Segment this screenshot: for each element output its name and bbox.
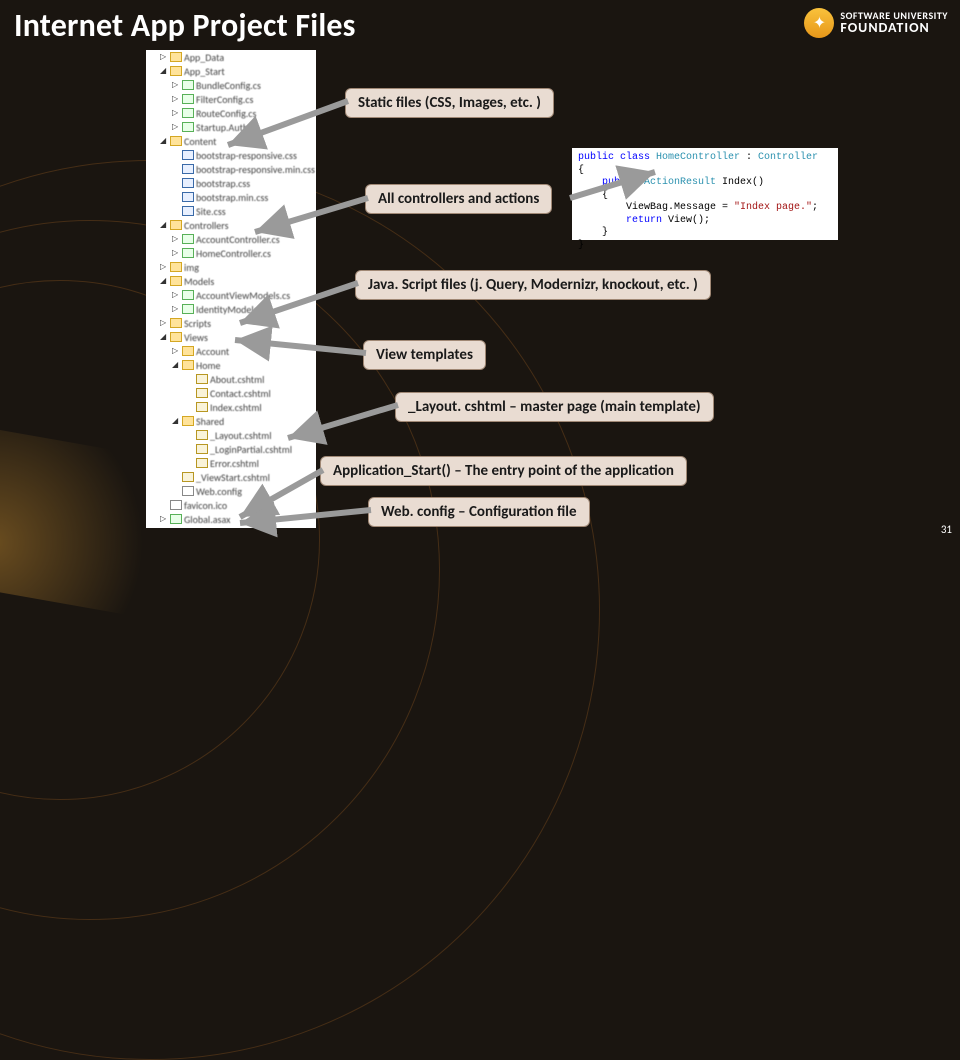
tree-item: bootstrap-responsive.css xyxy=(146,148,316,162)
tree-item: ▷AccountController.cs xyxy=(146,232,316,246)
tree-item: ◢Home xyxy=(146,358,316,372)
tree-item: bootstrap-responsive.min.css xyxy=(146,162,316,176)
tree-item: bootstrap.css xyxy=(146,176,316,190)
tree-item: ▷AccountViewModels.cs xyxy=(146,288,316,302)
tree-item: bootstrap.min.css xyxy=(146,190,316,204)
tree-item: Error.cshtml xyxy=(146,456,316,470)
tree-item: packages.config xyxy=(146,526,316,528)
bulb-icon: ✦ xyxy=(804,8,834,38)
callout-appstart: Application_Start() – The entry point of… xyxy=(320,456,687,486)
tree-item: Site.css xyxy=(146,204,316,218)
tree-item: ◢Shared xyxy=(146,414,316,428)
tree-item: ▷IdentityModels.cs xyxy=(146,302,316,316)
tree-item: Web.config xyxy=(146,484,316,498)
tree-item: _LoginPartial.cshtml xyxy=(146,442,316,456)
callout-layout: _Layout. cshtml – master page (main temp… xyxy=(395,392,714,422)
slide-title: Internet App Project Files xyxy=(14,6,356,45)
tree-item: ▷Global.asax xyxy=(146,512,316,526)
callout-controllers: All controllers and actions xyxy=(365,184,552,214)
callout-static-files: Static files (CSS, Images, etc. ) xyxy=(345,88,554,118)
tree-item: _ViewStart.cshtml xyxy=(146,470,316,484)
tree-item: ▷App_Data xyxy=(146,50,316,64)
code-snippet: public class HomeController : Controller… xyxy=(572,148,838,240)
tree-item: ▷BundleConfig.cs xyxy=(146,78,316,92)
solution-explorer: ▷App_Data◢App_Start▷BundleConfig.cs▷Filt… xyxy=(146,50,316,528)
slide-number: 31 xyxy=(941,523,952,536)
tree-item: ▷Account xyxy=(146,344,316,358)
tree-item: Index.cshtml xyxy=(146,400,316,414)
tree-item: favicon.ico xyxy=(146,498,316,512)
tree-item: ▷Startup.Auth.cs xyxy=(146,120,316,134)
tree-item: ◢Controllers xyxy=(146,218,316,232)
tree-item: ◢Content xyxy=(146,134,316,148)
tree-item: ◢App_Start xyxy=(146,64,316,78)
callout-js-files: Java. Script files (j. Query, Modernizr,… xyxy=(355,270,711,300)
tree-item: ▷HomeController.cs xyxy=(146,246,316,260)
logo-line2: FOUNDATION xyxy=(840,21,948,35)
logo: ✦ SOFTWARE UNIVERSITY FOUNDATION xyxy=(804,8,948,38)
tree-item: ▷FilterConfig.cs xyxy=(146,92,316,106)
tree-item: _Layout.cshtml xyxy=(146,428,316,442)
tree-item: ▷img xyxy=(146,260,316,274)
tree-item: About.cshtml xyxy=(146,372,316,386)
tree-item: ▷Scripts xyxy=(146,316,316,330)
tree-item: ◢Models xyxy=(146,274,316,288)
callout-webconfig: Web. config – Configuration file xyxy=(368,497,590,527)
tree-item: ▷RouteConfig.cs xyxy=(146,106,316,120)
tree-item: ◢Views xyxy=(146,330,316,344)
callout-views: View templates xyxy=(363,340,486,370)
tree-item: Contact.cshtml xyxy=(146,386,316,400)
